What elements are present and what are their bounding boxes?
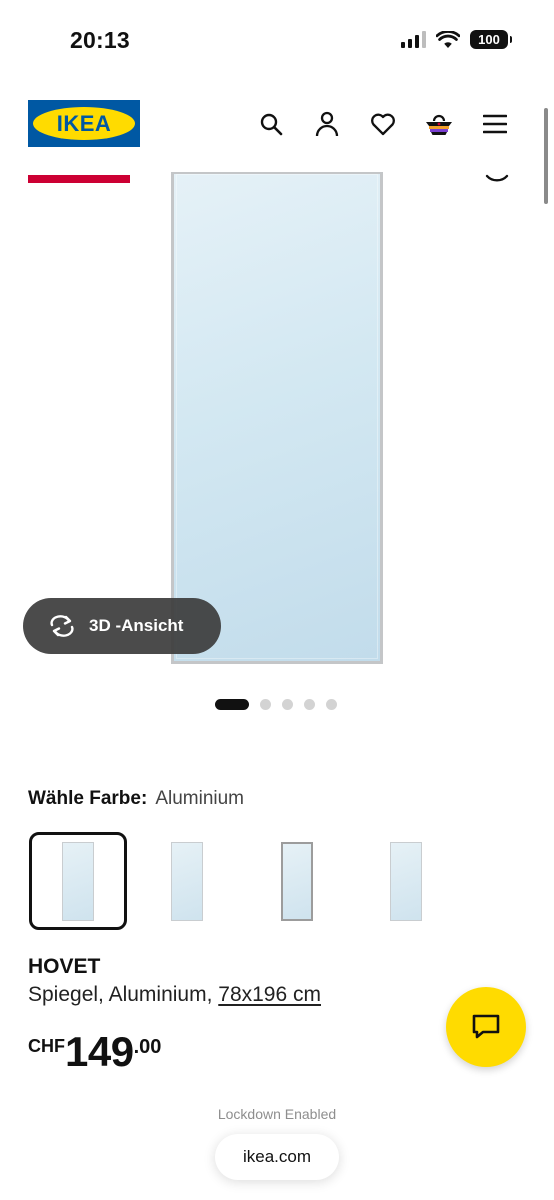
- view-3d-label: 3D -Ansicht: [89, 616, 184, 635]
- product-size-link[interactable]: 78x196 cm: [218, 983, 321, 1006]
- cellular-signal-icon: [401, 31, 426, 48]
- search-button[interactable]: [254, 107, 288, 141]
- product-description: Spiegel, Aluminium, 78x196 cm: [28, 983, 321, 1007]
- product-price: CHF 149 .00: [28, 1030, 161, 1074]
- colour-option-image: [281, 841, 313, 921]
- colour-option[interactable]: [29, 832, 127, 930]
- product-name: HOVET: [28, 955, 101, 978]
- battery-level: 100: [478, 32, 500, 47]
- mirror-glass: [176, 174, 378, 659]
- status-icons: 100: [401, 30, 512, 49]
- battery-icon: 100: [470, 30, 512, 49]
- gallery-dot[interactable]: [304, 699, 315, 710]
- colour-option-image: [62, 841, 94, 921]
- account-icon: [315, 111, 339, 137]
- price-currency: CHF: [28, 1036, 65, 1056]
- colour-option[interactable]: [357, 832, 455, 930]
- chat-icon: [472, 1014, 500, 1039]
- basket-icon: [426, 114, 452, 135]
- colour-option-image: [390, 841, 422, 921]
- basket-button[interactable]: [422, 107, 456, 141]
- menu-button[interactable]: [478, 107, 512, 141]
- address-bar-url: ikea.com: [242, 1147, 312, 1166]
- chevron-down-icon[interactable]: [482, 168, 512, 194]
- search-icon: [260, 113, 283, 136]
- gallery-dot[interactable]: [260, 699, 271, 710]
- price-decimal: .00: [133, 1036, 162, 1058]
- gallery-dot[interactable]: [215, 699, 249, 710]
- address-bar[interactable]: ikea.com: [215, 1134, 339, 1180]
- page-scrollbar[interactable]: [544, 108, 548, 204]
- rotate-icon: [50, 615, 74, 637]
- product-image[interactable]: [171, 172, 383, 664]
- colour-value: Aluminium: [155, 788, 245, 809]
- gallery-dot[interactable]: [326, 699, 337, 710]
- gallery-pagination: [215, 699, 337, 710]
- menu-icon: [483, 114, 507, 134]
- logo-oval: IKEA: [33, 107, 135, 140]
- status-time: 20:13: [70, 27, 130, 53]
- colour-label: Wähle Farbe:: [28, 788, 148, 809]
- ikea-logo[interactable]: IKEA: [28, 100, 140, 147]
- colour-option-image: [171, 841, 203, 921]
- lockdown-status: Lockdown Enabled: [217, 1106, 337, 1122]
- promo-accent-bar: [28, 175, 130, 183]
- heart-icon: [371, 113, 395, 136]
- chat-button[interactable]: [446, 987, 526, 1067]
- colour-selector-label: Wähle Farbe: Aluminium: [28, 788, 244, 810]
- header-actions: [254, 107, 512, 141]
- logo-text: IKEA: [56, 110, 112, 136]
- wifi-icon: [436, 30, 460, 48]
- product-description-text: Spiegel, Aluminium,: [28, 983, 219, 1006]
- price-integer: 149: [65, 1028, 134, 1075]
- wishlist-button[interactable]: [366, 107, 400, 141]
- colour-option[interactable]: [248, 832, 346, 930]
- account-button[interactable]: [310, 107, 344, 141]
- gallery-dot[interactable]: [282, 699, 293, 710]
- view-3d-button[interactable]: 3D -Ansicht: [23, 598, 221, 654]
- colour-option[interactable]: [138, 832, 236, 930]
